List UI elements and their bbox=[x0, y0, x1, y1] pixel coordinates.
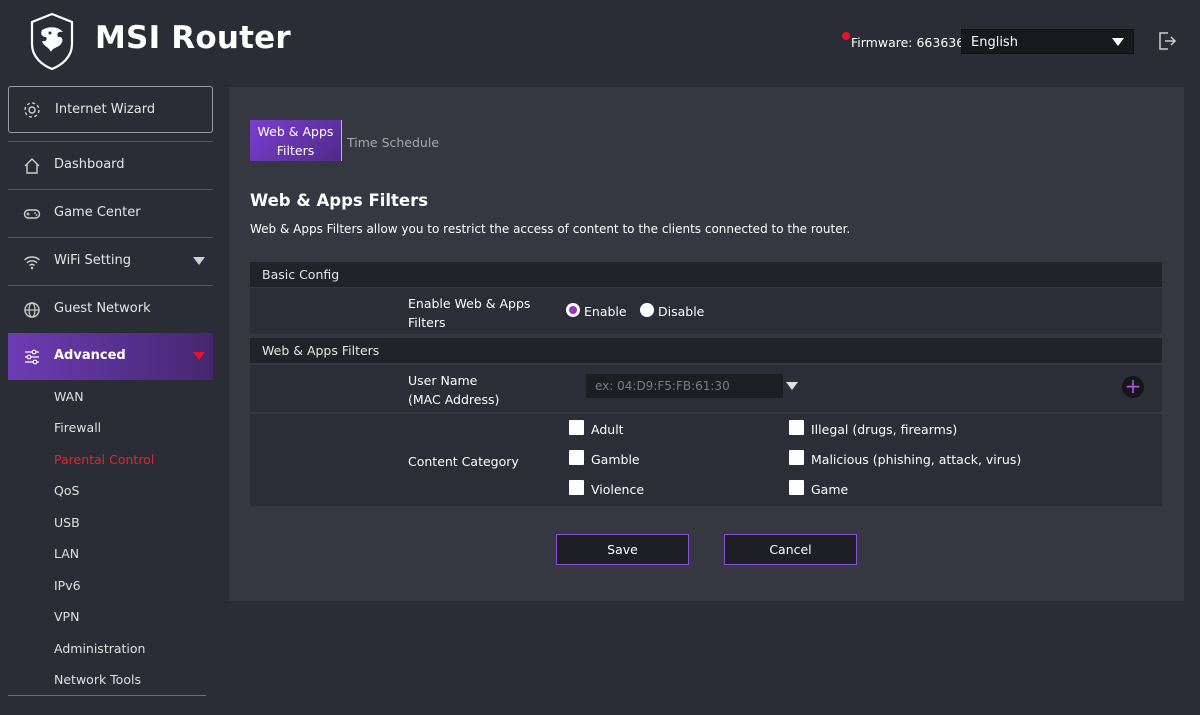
chevron-down-icon bbox=[193, 352, 205, 360]
sidebar: Internet Wizard Dashboard Game Center Wi… bbox=[0, 82, 220, 715]
language-select[interactable]: English bbox=[961, 29, 1134, 54]
sliders-icon bbox=[25, 349, 39, 365]
main-panel: Web & Apps Filters Time Schedule Web & A… bbox=[229, 87, 1184, 601]
sidebar-sub-wan[interactable]: WAN bbox=[54, 389, 84, 404]
gear-icon bbox=[24, 102, 40, 118]
checkbox-game[interactable] bbox=[789, 480, 804, 495]
gamepad-icon bbox=[23, 209, 41, 219]
tab-web-apps-filters[interactable]: Web & Apps Filters bbox=[250, 120, 341, 161]
checkbox-label-adult: Adult bbox=[591, 422, 624, 437]
basic-config-heading: Basic Config bbox=[250, 262, 1162, 287]
section-description: Web & Apps Filters allow you to restrict… bbox=[250, 222, 851, 236]
sidebar-item-game-center[interactable]: Game Center bbox=[8, 189, 213, 236]
sidebar-item-guest-network[interactable]: Guest Network bbox=[8, 285, 213, 332]
sidebar-item-label: Dashboard bbox=[54, 157, 125, 172]
logout-icon[interactable] bbox=[1157, 31, 1177, 51]
sidebar-sub-firewall[interactable]: Firewall bbox=[54, 420, 101, 435]
tab-label-line1: Web & Apps bbox=[257, 124, 334, 139]
filters-heading: Web & Apps Filters bbox=[250, 338, 1162, 363]
content-category-label: Content Category bbox=[408, 454, 519, 469]
mac-dropdown-chevron-icon[interactable] bbox=[786, 382, 798, 390]
section-title: Web & Apps Filters bbox=[250, 191, 429, 210]
tab-time-schedule[interactable]: Time Schedule bbox=[347, 135, 439, 150]
enable-filters-label: Enable Web & Apps Filters bbox=[408, 294, 530, 332]
checkbox-violence[interactable] bbox=[569, 480, 584, 495]
sidebar-item-dashboard[interactable]: Dashboard bbox=[8, 141, 213, 188]
language-value: English bbox=[971, 35, 1018, 50]
tab-divider bbox=[341, 120, 342, 161]
chevron-down-icon bbox=[1112, 38, 1124, 46]
wifi-icon bbox=[24, 256, 40, 270]
user-label-line1: User Name bbox=[408, 373, 478, 388]
firmware-version[interactable]: Firmware: 663636 bbox=[851, 35, 964, 50]
checkbox-gamble[interactable] bbox=[569, 450, 584, 465]
header: MSI Router Firmware: 663636 English bbox=[0, 0, 1200, 82]
mac-address-row: User Name (MAC Address) + bbox=[250, 365, 1162, 412]
checkbox-label-malicious: Malicious (phishing, attack, virus) bbox=[811, 452, 1022, 467]
enable-radio[interactable] bbox=[566, 303, 580, 317]
user-name-label: User Name (MAC Address) bbox=[408, 371, 499, 409]
content-category-row: Content Category Adult Illegal (drugs, f… bbox=[250, 414, 1162, 506]
internet-wizard-label: Internet Wizard bbox=[55, 102, 156, 117]
disable-radio-label: Disable bbox=[658, 304, 705, 319]
enable-filters-row: Enable Web & Apps Filters Enable Disable bbox=[250, 288, 1162, 334]
checkbox-illegal[interactable] bbox=[789, 420, 804, 435]
mac-address-input[interactable] bbox=[586, 374, 783, 398]
sidebar-item-label: Guest Network bbox=[54, 301, 151, 316]
sidebar-sub-administration[interactable]: Administration bbox=[54, 641, 145, 656]
enable-label-line1: Enable Web & Apps bbox=[408, 296, 531, 311]
disable-radio[interactable] bbox=[640, 303, 654, 317]
firmware-alert-dot bbox=[842, 32, 850, 40]
internet-wizard-button[interactable]: Internet Wizard bbox=[8, 86, 213, 133]
brand-title: MSI Router bbox=[95, 20, 291, 56]
checkbox-label-game: Game bbox=[811, 482, 849, 497]
enable-label-line2: Filters bbox=[408, 315, 446, 330]
sidebar-item-label: Advanced bbox=[54, 348, 126, 363]
sidebar-item-label: WiFi Setting bbox=[54, 253, 132, 268]
checkbox-malicious[interactable] bbox=[789, 450, 804, 465]
sidebar-divider bbox=[8, 695, 206, 696]
checkbox-label-violence: Violence bbox=[591, 482, 645, 497]
user-label-line2: (MAC Address) bbox=[408, 392, 500, 407]
sidebar-item-wifi-setting[interactable]: WiFi Setting bbox=[8, 237, 213, 284]
checkbox-adult[interactable] bbox=[569, 420, 584, 435]
sidebar-sub-parental-control[interactable]: Parental Control bbox=[54, 452, 154, 467]
checkbox-label-gamble: Gamble bbox=[591, 452, 640, 467]
tab-label-line2: Filters bbox=[276, 143, 315, 158]
sidebar-sub-network-tools[interactable]: Network Tools bbox=[54, 672, 141, 687]
sidebar-sub-usb[interactable]: USB bbox=[54, 515, 80, 530]
enable-radio-label: Enable bbox=[584, 304, 627, 319]
sidebar-sub-ipv6[interactable]: IPv6 bbox=[54, 578, 81, 593]
sidebar-sub-vpn[interactable]: VPN bbox=[54, 609, 79, 624]
sidebar-sub-lan[interactable]: LAN bbox=[54, 546, 79, 561]
sidebar-item-advanced[interactable]: Advanced bbox=[8, 333, 213, 380]
cancel-button[interactable]: Cancel bbox=[724, 534, 857, 565]
sidebar-item-label: Game Center bbox=[54, 205, 141, 220]
chevron-down-icon bbox=[193, 257, 205, 265]
home-icon bbox=[24, 158, 40, 174]
globe-icon bbox=[24, 302, 40, 318]
msi-dragon-logo-icon bbox=[30, 12, 74, 70]
save-button[interactable]: Save bbox=[556, 534, 689, 565]
sidebar-sub-qos[interactable]: QoS bbox=[54, 483, 79, 498]
checkbox-label-illegal: Illegal (drugs, firearms) bbox=[811, 422, 958, 437]
add-user-button[interactable]: + bbox=[1122, 376, 1144, 398]
